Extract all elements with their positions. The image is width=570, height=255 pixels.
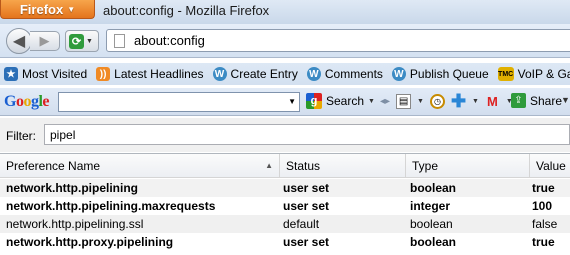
column-header-label: Preference Name <box>6 159 101 173</box>
table-row[interactable]: network.http.pipelining.ssl default bool… <box>0 215 570 233</box>
google-share-button[interactable]: ⇪ Share <box>511 93 562 108</box>
title-bar: Firefox ▼ about:config - Mozilla Firefox <box>0 0 570 24</box>
table-header: Preference Name ▲ Status Type Value <box>0 154 570 178</box>
column-header-type[interactable]: Type <box>406 154 530 178</box>
back-button[interactable]: ◀ <box>6 28 32 54</box>
google-search-box: ▼ <box>58 92 300 112</box>
forward-arrow-icon: ▶ <box>39 33 50 48</box>
sort-ascending-icon: ▲ <box>265 161 273 170</box>
status-cell: user set <box>283 181 330 195</box>
firefox-menu-button[interactable]: Firefox ▼ <box>0 0 95 19</box>
forward-button[interactable]: ▶ <box>30 31 60 51</box>
value-cell: true <box>532 235 555 249</box>
chevron-down-icon: ▼ <box>368 97 375 105</box>
preference-name-cell: network.http.pipelining.maxrequests <box>6 199 216 213</box>
wordpress-icon: W <box>391 67 406 81</box>
table-row[interactable]: network.http.proxy.pipelining user set b… <box>0 233 570 251</box>
toolbar-separator-icon: ◂▸ <box>380 96 391 107</box>
bookmark-label: VoIP & Gac <box>517 67 570 81</box>
bookmark-label: Latest Headlines <box>114 67 204 81</box>
status-cell: user set <box>283 235 330 249</box>
google-toolbar: Google ▼ g Search ▼ ◂▸ ▤ ▼ ◷ ✚ ▼ M ▼ ⇪ S… <box>0 88 570 116</box>
back-arrow-icon: ◀ <box>12 33 26 50</box>
chevron-down-icon[interactable]: ▼ <box>86 38 93 45</box>
google-logo[interactable]: Google <box>4 93 49 111</box>
google-search-icon: g <box>306 93 322 109</box>
table-row[interactable]: network.http.pipelining.maxrequests user… <box>0 197 570 215</box>
bookmark-label: Most Visited <box>22 67 88 81</box>
type-cell: boolean <box>410 217 453 231</box>
type-cell: integer <box>410 199 451 213</box>
most-visited-icon: ★ <box>4 67 18 81</box>
google-search-label: Search <box>326 94 365 108</box>
google-search-button[interactable]: g Search ▼ <box>306 93 375 109</box>
wordpress-icon: W <box>212 67 227 81</box>
clock-icon[interactable]: ◷ <box>429 94 445 109</box>
chevron-down-icon[interactable]: ▼ <box>472 98 479 105</box>
preference-name-cell: network.http.pipelining.ssl <box>6 217 144 231</box>
value-cell: false <box>532 217 558 231</box>
news-icon[interactable]: ▤ <box>396 94 412 109</box>
preference-name-cell: network.http.proxy.pipelining <box>6 235 174 249</box>
chevron-down-icon[interactable]: ▼ <box>417 98 424 105</box>
status-cell: default <box>283 217 320 231</box>
wordpress-icon: W <box>306 67 321 81</box>
bookmark-latest-headlines[interactable]: )) Latest Headlines <box>92 67 208 81</box>
table-row[interactable]: network.http.pipelining user set boolean… <box>0 179 570 197</box>
overflow-chevron-icon[interactable]: ▼ <box>561 95 570 105</box>
bookmark-voip[interactable]: TMC VoIP & Gac <box>494 67 570 81</box>
google-tools-group: ◂▸ ▤ ▼ ◷ ✚ ▼ M ▼ <box>380 91 513 111</box>
bookmarks-toolbar: ★ Most Visited )) Latest Headlines W Cre… <box>0 63 570 85</box>
filter-input[interactable] <box>44 124 570 145</box>
share-label: Share <box>530 93 563 108</box>
page-icon <box>114 33 125 48</box>
preferences-table: Preference Name ▲ Status Type Value netw… <box>0 153 570 255</box>
bookmark-label: Create Entry <box>230 67 298 81</box>
url-bar[interactable]: about:config <box>106 29 570 52</box>
type-cell: boolean <box>410 235 457 249</box>
gmail-icon[interactable]: M <box>485 94 500 109</box>
reload-icon: ⟳ <box>69 33 84 49</box>
share-icon: ⇪ <box>511 93 526 108</box>
tmc-icon: TMC <box>497 67 514 81</box>
type-cell: boolean <box>410 181 457 195</box>
bookmark-label: Publish Queue <box>409 67 489 81</box>
chevron-down-icon[interactable]: ▼ <box>288 97 296 106</box>
chevron-down-icon: ▼ <box>67 4 76 14</box>
status-cell: user set <box>283 199 330 213</box>
firefox-menu-label: Firefox <box>19 1 64 17</box>
bookmark-publish-queue[interactable]: W Publish Queue <box>388 67 494 81</box>
navigation-toolbar: ◀ ▶ ⟳ ▼ about:config <box>0 24 570 58</box>
bookmark-create-entry[interactable]: W Create Entry <box>209 67 303 81</box>
value-cell: 100 <box>532 199 553 213</box>
preference-name-cell: network.http.pipelining <box>6 181 138 195</box>
plus-icon[interactable]: ✚ <box>451 91 466 111</box>
bookmark-most-visited[interactable]: ★ Most Visited <box>0 67 92 81</box>
column-header-status[interactable]: Status <box>280 154 406 178</box>
window-title: about:config - Mozilla Firefox <box>103 3 270 18</box>
column-header-preference-name[interactable]: Preference Name ▲ <box>0 154 280 178</box>
column-header-value[interactable]: Value <box>530 154 570 178</box>
value-cell: true <box>532 181 555 195</box>
rss-icon: )) <box>96 67 111 81</box>
google-search-input[interactable] <box>59 93 281 111</box>
bookmark-label: Comments <box>324 67 383 81</box>
reload-button[interactable]: ⟳ ▼ <box>65 30 99 52</box>
filter-bar: Filter: <box>0 118 570 152</box>
bookmark-comments[interactable]: W Comments <box>303 67 388 81</box>
filter-label: Filter: <box>6 129 36 143</box>
back-forward-group: ◀ ▶ <box>6 28 61 54</box>
url-text[interactable]: about:config <box>134 33 205 48</box>
